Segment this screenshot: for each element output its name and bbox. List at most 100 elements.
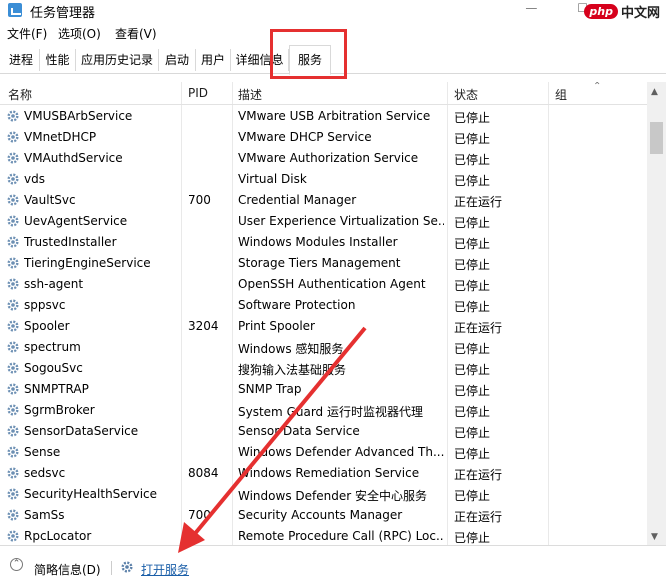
table-row[interactable]: Sense Windows Defender Advanced Th... 已停止	[0, 442, 647, 463]
table-row[interactable]: sedsvc 8084 Windows Remediation Service 正在运…	[0, 463, 647, 484]
service-status: 已停止	[454, 405, 491, 419]
service-status: 已停止	[454, 216, 491, 230]
service-status: 已停止	[454, 531, 491, 545]
vertical-scrollbar[interactable]: ▲ ▼	[647, 82, 666, 545]
service-description: Windows Modules Installer	[238, 235, 398, 249]
scroll-up-icon[interactable]: ▲	[651, 87, 658, 97]
service-gear-icon	[6, 214, 20, 228]
column-header-group[interactable]: 组	[555, 86, 567, 103]
service-gear-icon	[6, 109, 20, 123]
open-services-link[interactable]: 打开服务	[141, 561, 189, 578]
service-status: 已停止	[454, 153, 491, 167]
service-gear-icon	[6, 340, 20, 354]
tab-users[interactable]: 用户	[196, 49, 231, 71]
tab-processes[interactable]: 进程	[3, 49, 40, 71]
services-table: 名称 PID 描述 状态 组 ⌃ VMUSBArbService VMware U…	[0, 82, 647, 545]
window-title: 任务管理器	[30, 6, 96, 21]
service-description: Remote Procedure Call (RPC) Loc...	[238, 529, 444, 543]
tab-performance[interactable]: 性能	[40, 49, 76, 71]
service-name: SNMPTRAP	[24, 382, 89, 396]
service-name: TieringEngineService	[24, 256, 151, 270]
service-status: 已停止	[454, 342, 491, 356]
service-name: Spooler	[24, 319, 70, 333]
service-pid: 700	[188, 193, 211, 207]
table-header: 名称 PID 描述 状态 组 ⌃	[0, 82, 647, 105]
service-description: VMware Authorization Service	[238, 151, 419, 165]
service-status: 已停止	[454, 300, 491, 314]
menu-view[interactable]: 查看(V)	[115, 25, 157, 42]
service-pid: 3204	[188, 319, 219, 333]
chevron-up-icon[interactable]: ⌃	[10, 558, 23, 571]
scroll-down-icon[interactable]: ▼	[651, 532, 658, 542]
table-row[interactable]: SensorDataService Sensor Data Service 已停止	[0, 421, 647, 442]
service-description: Security Accounts Manager	[238, 508, 403, 522]
table-row[interactable]: SgrmBroker System Guard 运行时监视器代理 已停止	[0, 400, 647, 421]
table-row[interactable]: UevAgentService User Experience Virtualiz…	[0, 211, 647, 232]
service-status: 正在运行	[454, 468, 503, 482]
service-description: SNMP Trap	[238, 382, 302, 396]
service-name: SogouSvc	[24, 361, 83, 375]
service-gear-icon	[6, 529, 20, 543]
table-row[interactable]: SogouSvc 搜狗输入法基础服务 已停止	[0, 358, 647, 379]
table-row[interactable]: spectrum Windows 感知服务 已停止	[0, 337, 647, 358]
service-description: User Experience Virtualization Se...	[238, 214, 444, 228]
service-gear-icon	[6, 130, 20, 144]
tab-app-history[interactable]: 应用历史记录	[76, 49, 159, 71]
services-gear-icon	[121, 561, 133, 573]
column-header-pid[interactable]: PID	[188, 86, 208, 100]
table-row[interactable]: Spooler 3204 Print Spooler 正在运行	[0, 316, 647, 337]
watermark-text: 中文网	[620, 5, 660, 21]
service-description: VMware DHCP Service	[238, 130, 372, 144]
service-status: 已停止	[454, 111, 491, 125]
table-row[interactable]: ssh-agent OpenSSH Authentication Agent 已停止	[0, 274, 647, 295]
scroll-thumb[interactable]	[650, 122, 663, 154]
less-details-button[interactable]: 简略信息(D)	[34, 561, 101, 578]
service-name: VMUSBArbService	[24, 109, 133, 123]
service-name: spectrum	[24, 340, 81, 354]
table-row[interactable]: VMUSBArbService VMware USB Arbitration Se…	[0, 106, 647, 127]
service-status: 已停止	[454, 426, 491, 440]
status-bar: ⌃ 简略信息(D) 打开服务	[0, 545, 666, 583]
table-row[interactable]: VMAuthdService VMware Authorization Servi…	[0, 148, 647, 169]
service-status: 已停止	[454, 363, 491, 377]
service-gear-icon	[6, 319, 20, 333]
service-description: Credential Manager	[238, 193, 357, 207]
table-row[interactable]: TrustedInstaller Windows Modules Installe…	[0, 232, 647, 253]
service-description: Storage Tiers Management	[238, 256, 401, 270]
table-row[interactable]: SamSs 700 Security Accounts Manager 正在运行	[0, 505, 647, 526]
tab-startup[interactable]: 启动	[159, 49, 196, 71]
divider	[111, 561, 112, 575]
service-pid: 700	[188, 508, 211, 522]
service-description: 搜狗输入法基础服务	[238, 363, 347, 377]
service-gear-icon	[6, 298, 20, 312]
table-row[interactable]: SNMPTRAP SNMP Trap 已停止	[0, 379, 647, 400]
service-gear-icon	[6, 277, 20, 291]
service-name: SensorDataService	[24, 424, 139, 438]
service-description: Windows Remediation Service	[238, 466, 420, 480]
table-row[interactable]: vds Virtual Disk 已停止	[0, 169, 647, 190]
table-row[interactable]: SecurityHealthService Windows Defender 安全…	[0, 484, 647, 505]
service-gear-icon	[6, 256, 20, 270]
service-name: ssh-agent	[24, 277, 84, 291]
menu-options[interactable]: 选项(O)	[58, 25, 101, 42]
service-description: Windows Defender 安全中心服务	[238, 489, 427, 503]
service-name: vds	[24, 172, 45, 186]
service-name: SamSs	[24, 508, 65, 522]
service-gear-icon	[6, 193, 20, 207]
table-row[interactable]: sppsvc Software Protection 已停止	[0, 295, 647, 316]
service-status: 正在运行	[454, 321, 503, 335]
service-gear-icon	[6, 487, 20, 501]
table-row[interactable]: VMnetDHCP VMware DHCP Service 已停止	[0, 127, 647, 148]
table-row[interactable]: TieringEngineService Storage Tiers Manage…	[0, 253, 647, 274]
column-header-name[interactable]: 名称	[8, 86, 32, 103]
menu-file[interactable]: 文件(F)	[7, 25, 47, 42]
column-header-description[interactable]: 描述	[238, 86, 262, 103]
table-row[interactable]: RpcLocator Remote Procedure Call (RPC) Lo…	[0, 526, 647, 545]
service-gear-icon	[6, 151, 20, 165]
task-manager-icon	[8, 3, 22, 17]
service-description: VMware USB Arbitration Service	[238, 109, 431, 123]
service-description: Windows 感知服务	[238, 342, 344, 356]
service-status: 已停止	[454, 384, 491, 398]
column-header-status[interactable]: 状态	[454, 86, 478, 103]
table-row[interactable]: VaultSvc 700 Credential Manager 正在运行	[0, 190, 647, 211]
